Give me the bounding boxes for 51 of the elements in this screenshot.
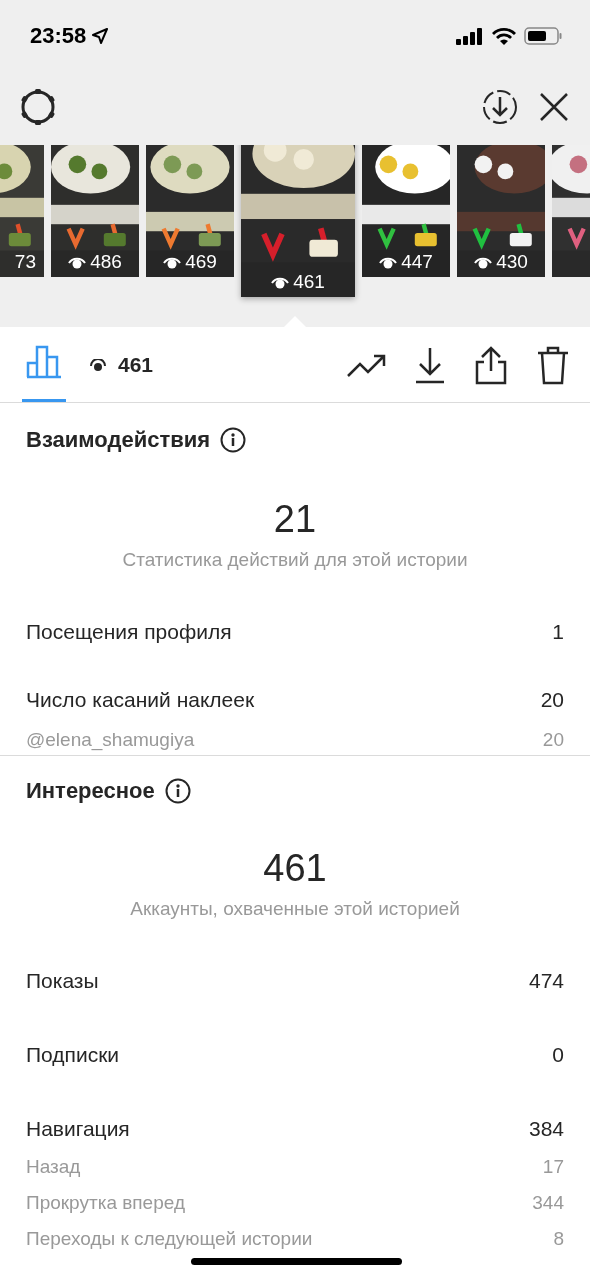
view-count: 73: [14, 251, 36, 273]
metric-value: 384: [528, 1117, 564, 1141]
trash-button[interactable]: [536, 344, 570, 385]
metric-value: 8: [553, 1228, 564, 1250]
view-count: 461: [293, 271, 325, 293]
metric-value: 344: [532, 1192, 564, 1214]
download-circle-button[interactable]: [482, 89, 518, 125]
eye-icon: [68, 255, 87, 269]
wifi-icon: [492, 27, 516, 45]
metric-label: Число касаний наклеек: [26, 688, 255, 712]
view-count: 447: [401, 251, 433, 273]
metric-label: Прокрутка вперед: [26, 1192, 185, 1214]
section-title: Интересное: [26, 778, 155, 804]
metric-label: Навигация: [26, 1117, 130, 1141]
metric-value: 474: [528, 969, 564, 993]
metric-label: Переходы к следующей истории: [26, 1228, 313, 1250]
eye-icon: [271, 275, 290, 289]
metric-label: Показы: [26, 969, 99, 993]
bar-chart-icon: [26, 343, 62, 379]
eye-icon: [90, 358, 106, 371]
metric-label: Посещения профиля: [26, 620, 232, 644]
battery-icon: [524, 27, 562, 45]
total-value: 461: [262, 846, 328, 890]
metric-value: 17: [542, 1156, 564, 1178]
info-icon[interactable]: [164, 778, 191, 804]
signal-icon: [456, 27, 484, 45]
share-button[interactable]: [474, 344, 508, 385]
info-icon[interactable]: [220, 427, 247, 453]
clock-time: 23:58: [30, 23, 87, 49]
metric-label: @elena_shamugiya: [26, 729, 195, 751]
eye-icon: [163, 255, 182, 269]
total-value: 21: [272, 497, 318, 541]
total-caption: Статистика действий для этой истории: [121, 549, 469, 571]
metric-value: 20: [542, 729, 564, 751]
view-count: 469: [185, 251, 217, 273]
view-count: 486: [90, 251, 122, 273]
location-arrow-icon: [92, 28, 109, 44]
total-caption: Аккаунты, охваченные этой историей: [129, 898, 461, 920]
metric-label: Назад: [26, 1156, 81, 1178]
view-count: 430: [496, 251, 528, 273]
eye-icon: [474, 255, 493, 269]
close-button[interactable]: [538, 91, 570, 123]
section-title: Взаимодействия: [26, 427, 211, 453]
metric-value: 0: [552, 1043, 564, 1067]
metric-label: Подписки: [26, 1043, 120, 1067]
download-button[interactable]: [414, 345, 446, 384]
eye-icon: [379, 255, 398, 269]
view-count: 461: [118, 352, 154, 377]
metric-value: 20: [540, 688, 564, 712]
settings-button[interactable]: [18, 87, 58, 127]
metric-value: 1: [552, 620, 564, 644]
